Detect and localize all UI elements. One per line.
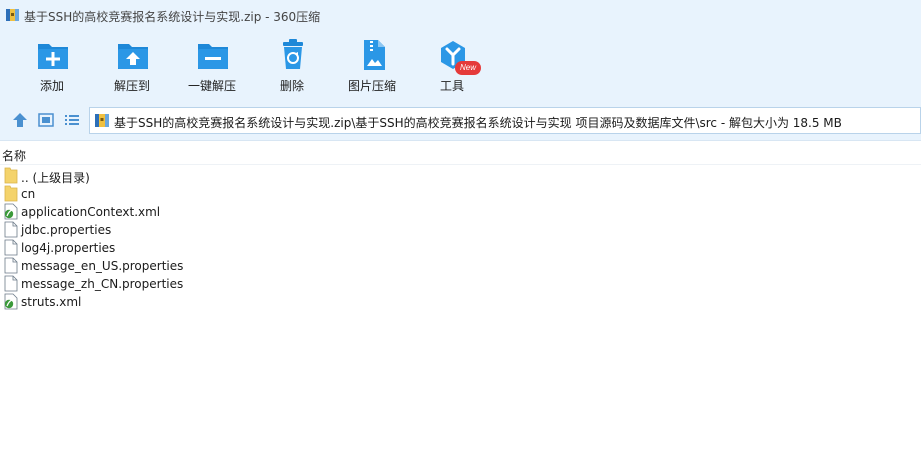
file-name: cn bbox=[21, 187, 36, 201]
archive-app-icon bbox=[6, 9, 19, 21]
column-header: 名称 bbox=[0, 141, 921, 165]
extract-to-icon bbox=[118, 44, 148, 69]
file-name: applicationContext.xml bbox=[21, 205, 161, 219]
file-icon bbox=[4, 257, 18, 274]
add-button[interactable]: 添加 bbox=[17, 30, 87, 100]
list-view-icon[interactable] bbox=[63, 112, 81, 128]
thumbnail-view-icon[interactable] bbox=[37, 112, 55, 128]
file-icon bbox=[4, 239, 18, 256]
archive-icon bbox=[95, 114, 109, 127]
xml-file-icon bbox=[4, 203, 18, 220]
list-item[interactable]: message_en_US.properties bbox=[0, 257, 400, 275]
image-compress-button[interactable]: 图片压缩 bbox=[337, 30, 407, 100]
list-item[interactable]: message_zh_CN.properties bbox=[0, 275, 400, 293]
extract-to-button[interactable]: 解压到 bbox=[97, 30, 167, 100]
image-compress-label: 图片压缩 bbox=[347, 79, 396, 93]
delete-button[interactable]: 删除 bbox=[257, 30, 327, 100]
folder-icon bbox=[4, 185, 18, 202]
list-item[interactable]: .. (上级目录) bbox=[0, 167, 400, 185]
one-click-extract-label: 一键解压 bbox=[187, 79, 236, 93]
column-name-header[interactable]: 名称 bbox=[2, 147, 26, 164]
file-name: message_zh_CN.properties bbox=[21, 277, 184, 291]
file-name: struts.xml bbox=[21, 295, 82, 309]
xml-file-icon bbox=[4, 293, 18, 310]
toolbar: 添加 解压到 一键解压 删除 图片压缩 工具 New bbox=[0, 30, 921, 100]
delete-label: 删除 bbox=[279, 79, 304, 93]
path-text: 基于SSH的高校竞赛报名系统设计与实现.zip\基于SSH的高校竞赛报名系统设计… bbox=[114, 116, 842, 130]
list-item[interactable]: jdbc.properties bbox=[0, 221, 400, 239]
folder-icon bbox=[4, 167, 18, 184]
image-compress-icon bbox=[364, 40, 385, 70]
file-name: message_en_US.properties bbox=[21, 259, 184, 273]
extract-to-label: 解压到 bbox=[113, 79, 150, 93]
window-title: 基于SSH的高校竞赛报名系统设计与实现.zip - 360压缩 bbox=[24, 10, 321, 24]
file-icon bbox=[4, 221, 18, 238]
up-arrow-icon[interactable] bbox=[11, 112, 29, 128]
file-icon bbox=[4, 275, 18, 292]
list-item[interactable]: struts.xml bbox=[0, 293, 400, 311]
file-name: .. (上级目录) bbox=[21, 171, 90, 185]
file-name: log4j.properties bbox=[21, 241, 116, 255]
one-click-extract-icon bbox=[198, 44, 228, 69]
delete-icon bbox=[283, 39, 303, 69]
new-badge: New bbox=[455, 61, 481, 75]
list-item[interactable]: applicationContext.xml bbox=[0, 203, 400, 221]
file-name: jdbc.properties bbox=[21, 223, 112, 237]
path-bar[interactable]: 基于SSH的高校竞赛报名系统设计与实现.zip\基于SSH的高校竞赛报名系统设计… bbox=[89, 107, 921, 134]
tools-label: 工具 bbox=[439, 79, 464, 93]
list-item[interactable]: cn bbox=[0, 185, 400, 203]
list-item[interactable]: log4j.properties bbox=[0, 239, 400, 257]
one-click-extract-button[interactable]: 一键解压 bbox=[177, 30, 247, 100]
add-icon bbox=[38, 44, 68, 69]
title-bar: 基于SSH的高校竞赛报名系统设计与实现.zip - 360压缩 bbox=[0, 0, 921, 30]
add-label: 添加 bbox=[39, 79, 64, 93]
